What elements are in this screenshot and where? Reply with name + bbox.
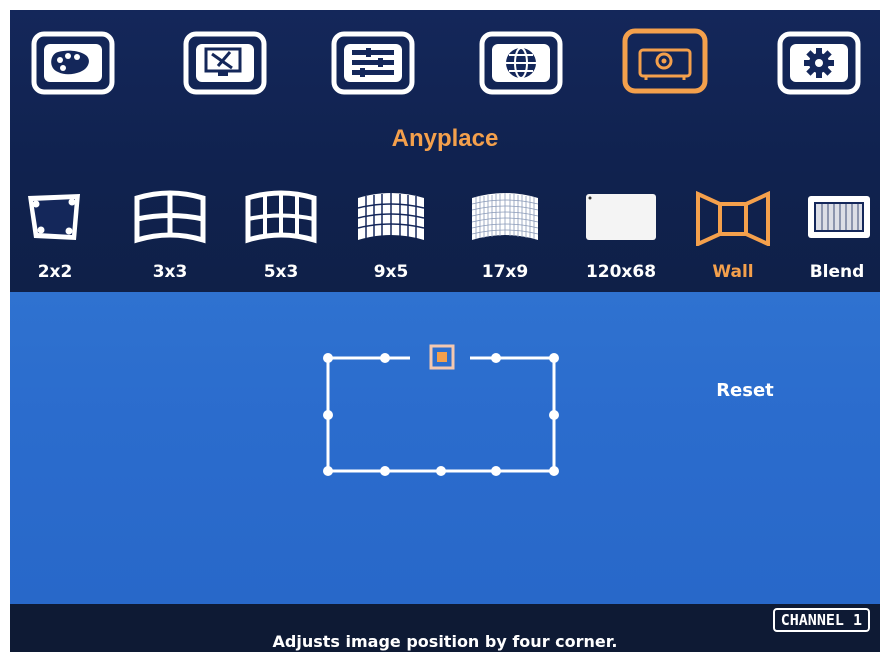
grid-17x9-icon xyxy=(471,193,539,240)
edge-handle[interactable] xyxy=(549,410,559,420)
mode-120x68[interactable]: 120x68 xyxy=(576,190,666,292)
edge-handle[interactable] xyxy=(491,466,501,476)
reset-button[interactable]: Reset xyxy=(700,380,790,408)
mode-5x3[interactable]: 5x3 xyxy=(236,190,326,292)
edge-handle[interactable] xyxy=(380,353,390,363)
corner-handle[interactable] xyxy=(549,466,559,476)
mode-17x9[interactable]: 17x9 xyxy=(460,190,550,292)
mode-label: 2x2 xyxy=(37,262,73,282)
slider-bars-icon[interactable] xyxy=(330,30,416,96)
help-text: Adjusts image position by four corner. xyxy=(272,632,618,651)
mode-3x3[interactable]: 3x3 xyxy=(125,190,215,292)
mode-label: 3x3 xyxy=(152,262,188,282)
mode-label: Blend xyxy=(809,262,865,282)
corner-quad-icon xyxy=(28,194,80,240)
grid-9x5-icon xyxy=(357,193,425,240)
mode-label: 120x68 xyxy=(585,262,657,282)
monitor-settings-icon[interactable] xyxy=(182,30,268,96)
blend-icon xyxy=(808,196,870,238)
status-bar: CHANNEL 1 Adjusts image position by four… xyxy=(10,604,880,652)
corner-handle[interactable] xyxy=(323,353,333,363)
mode-label: 17x9 xyxy=(481,262,529,282)
channel-badge: CHANNEL 1 xyxy=(772,608,870,632)
corner-handle[interactable] xyxy=(323,466,333,476)
grid-5x3-icon xyxy=(245,190,317,244)
edge-handle[interactable] xyxy=(380,466,390,476)
mode-blend[interactable]: Blend xyxy=(792,190,880,292)
grid-3x3-icon xyxy=(134,190,206,244)
mode-label: Wall xyxy=(712,262,754,282)
section-title: Anyplace xyxy=(391,125,499,152)
top-menu-band: Anyplace 2x2 3x3 5x3 9x5 17x9 120x68 Wal… xyxy=(10,10,880,292)
mode-2x2[interactable]: 2x2 xyxy=(10,190,100,292)
osd-screen: Anyplace 2x2 3x3 5x3 9x5 17x9 120x68 Wal… xyxy=(10,10,880,652)
edge-handle[interactable] xyxy=(491,353,501,363)
mode-9x5[interactable]: 9x5 xyxy=(346,190,436,292)
adjust-area: Reset xyxy=(10,292,880,604)
mode-label: 9x5 xyxy=(373,262,409,282)
color-palette-icon[interactable] xyxy=(30,30,116,96)
grid-120x68-icon xyxy=(586,194,656,240)
projector-icon[interactable] xyxy=(622,28,708,94)
selected-handle[interactable] xyxy=(429,344,455,370)
edge-handle[interactable] xyxy=(436,466,446,476)
globe-icon[interactable] xyxy=(478,30,564,96)
gear-icon[interactable] xyxy=(776,30,862,96)
corner-handle[interactable] xyxy=(549,353,559,363)
wall-corner-diagram xyxy=(323,344,559,476)
mode-wall[interactable]: Wall xyxy=(688,190,778,292)
wall-icon xyxy=(696,190,770,246)
mode-label: 5x3 xyxy=(263,262,299,282)
edge-handle[interactable] xyxy=(323,410,333,420)
